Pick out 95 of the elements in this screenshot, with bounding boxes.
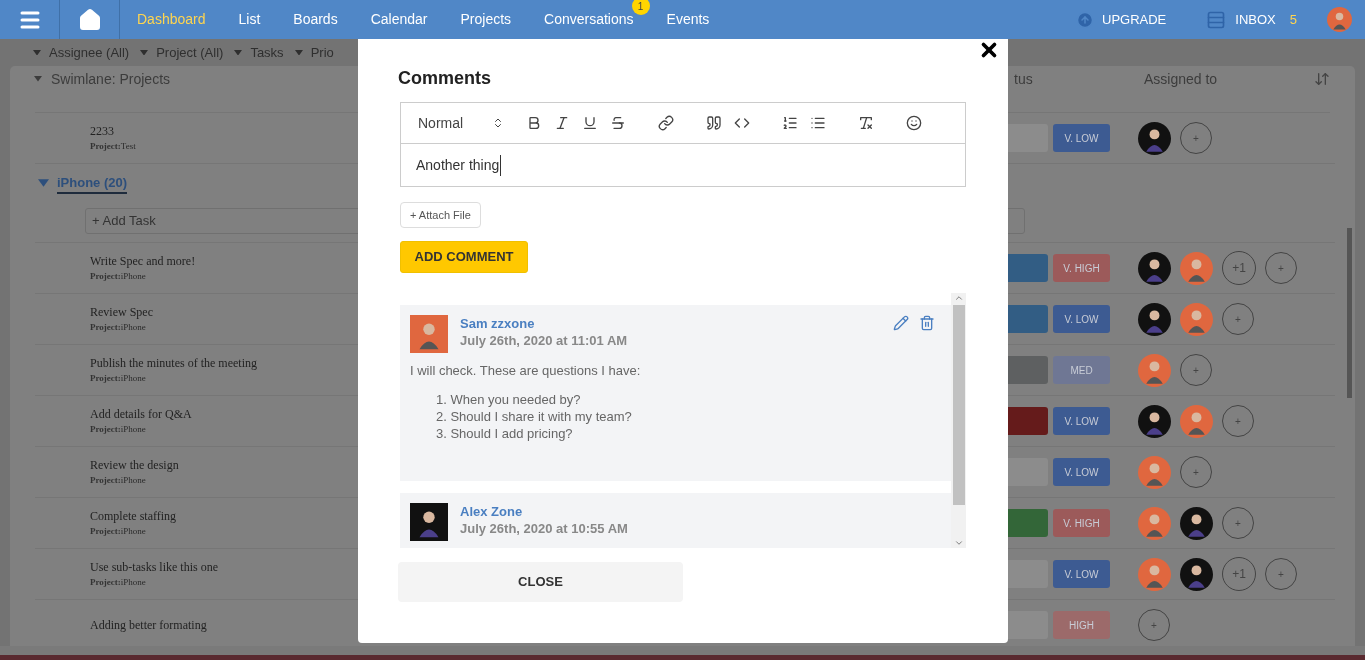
strikethrough-icon[interactable] — [610, 115, 626, 131]
caret-icon[interactable] — [294, 49, 303, 56]
task-project: Project:iPhone — [90, 372, 147, 386]
link-icon[interactable] — [658, 115, 674, 131]
select-arrows-icon[interactable] — [492, 117, 504, 129]
caret-icon[interactable] — [234, 49, 243, 56]
priority-badge[interactable]: V. LOW — [1053, 124, 1110, 152]
scroll-up-icon[interactable] — [953, 293, 964, 303]
comment-editor[interactable]: Normal Another thing — [400, 102, 966, 187]
user-avatar-icon — [1138, 121, 1171, 155]
clear-format-icon[interactable] — [858, 115, 874, 131]
attach-file-button[interactable]: + Attach File — [400, 202, 481, 228]
user-avatar-icon — [410, 503, 448, 541]
delete-icon[interactable] — [919, 315, 935, 331]
comment-date: July 26th, 2020 at 11:01 AM — [460, 332, 628, 349]
comment-author[interactable]: Alex Zone — [460, 503, 628, 520]
comment-text: I will check. These are questions I have: — [410, 362, 642, 380]
cartoon-avatar-icon — [1327, 7, 1352, 32]
task-project: Project:iPhone — [90, 270, 147, 284]
task-project: Project:iPhone — [90, 525, 147, 539]
sort-icon[interactable] — [1314, 71, 1330, 87]
code-icon[interactable] — [734, 115, 750, 131]
underline-icon[interactable] — [582, 115, 598, 131]
scrollbar[interactable] — [1347, 228, 1352, 398]
numbered-list-icon[interactable] — [782, 115, 798, 131]
priority-badge[interactable]: V. HIGH — [1053, 254, 1110, 282]
edit-icon[interactable] — [893, 315, 909, 331]
column-header: Assigned to — [1144, 69, 1219, 89]
scroll-down-icon[interactable] — [953, 538, 964, 548]
cartoon-avatar-icon — [1138, 557, 1171, 591]
bullet-list-icon[interactable] — [810, 115, 826, 131]
nav-link[interactable]: Boards — [293, 9, 338, 30]
nav-link[interactable]: Calendar — [370, 9, 428, 30]
add-comment-button[interactable]: ADD COMMENT — [400, 241, 528, 273]
cartoon-avatar-icon — [1180, 404, 1213, 438]
inbox-count: 5 — [1289, 10, 1297, 29]
filter-dropdown[interactable]: Project (All) — [156, 42, 224, 63]
filter-dropdown[interactable]: Tasks — [250, 42, 284, 63]
comment-input[interactable]: Another thing — [416, 154, 502, 176]
task-project: Project:iPhone — [90, 321, 147, 335]
cartoon-avatar-icon — [1180, 302, 1213, 336]
comment-author[interactable]: Sam zzxone — [460, 315, 628, 332]
task-project: Project:Test — [90, 140, 137, 154]
home-icon[interactable] — [77, 7, 102, 32]
user-avatar-icon — [1138, 404, 1171, 438]
priority-badge[interactable]: V. HIGH — [1053, 509, 1110, 537]
priority-badge[interactable]: HIGH — [1053, 611, 1110, 639]
group-title[interactable]: iPhone (20) — [57, 172, 128, 194]
nav-link[interactable]: List — [238, 9, 261, 30]
user-avatar-icon — [1138, 251, 1171, 285]
expand-caret-icon[interactable] — [38, 179, 49, 188]
priority-badge[interactable]: V. LOW — [1053, 407, 1110, 435]
comment-list-item: 3. Should I add pricing? — [436, 424, 574, 442]
priority-badge[interactable]: V. LOW — [1053, 560, 1110, 588]
upgrade-link[interactable]: UPGRADE — [1102, 9, 1167, 30]
comment-list-item: 2. Should I share it with my team? — [436, 407, 633, 425]
task-project: Project:iPhone — [90, 576, 147, 590]
user-avatar-icon — [1138, 302, 1171, 336]
user-avatar-icon — [1180, 506, 1213, 540]
cartoon-avatar-icon — [1138, 353, 1171, 387]
comments-scrollbar[interactable] — [951, 293, 966, 548]
comment-date: July 26th, 2020 at 10:55 AM — [460, 520, 628, 537]
close-button[interactable]: CLOSE — [398, 562, 683, 602]
notification-badge: 1 — [631, 0, 650, 15]
inbox-icon — [1206, 9, 1227, 30]
caret-icon[interactable] — [140, 49, 149, 56]
column-header: tus — [1014, 69, 1034, 89]
priority-badge[interactable]: MED — [1053, 356, 1110, 384]
nav-link[interactable]: Conversations — [544, 9, 634, 30]
user-avatar-icon — [1180, 557, 1213, 591]
dialog-title: Comments — [398, 67, 492, 89]
cartoon-avatar-icon — [1180, 251, 1213, 285]
cartoon-avatar-icon — [410, 315, 448, 353]
comment-list-item: 1. When you needed by? — [436, 390, 582, 408]
quote-icon[interactable] — [706, 115, 722, 131]
task-project: Project:iPhone — [90, 423, 147, 437]
emoji-icon[interactable] — [906, 115, 922, 131]
priority-badge[interactable]: V. LOW — [1053, 305, 1110, 333]
nav-link[interactable]: Events — [666, 9, 710, 30]
caret-icon[interactable] — [33, 49, 41, 56]
cartoon-avatar-icon — [1138, 455, 1171, 489]
inbox-link[interactable]: INBOX — [1235, 9, 1276, 30]
nav-link[interactable]: Dashboard — [137, 9, 206, 30]
filter-dropdown[interactable]: Prio — [310, 42, 334, 63]
task-project: Project:iPhone — [90, 474, 147, 488]
cartoon-avatar-icon — [1138, 506, 1171, 540]
priority-badge[interactable]: V. LOW — [1053, 458, 1110, 486]
italic-icon[interactable] — [554, 115, 570, 131]
upgrade-icon — [1076, 10, 1094, 29]
swimlane-title[interactable]: Swimlane: Projects — [51, 68, 171, 90]
caret-icon[interactable] — [34, 76, 42, 82]
format-select[interactable]: Normal — [418, 112, 464, 134]
nav-link[interactable]: Projects — [460, 9, 512, 30]
bold-icon[interactable] — [526, 115, 542, 131]
filter-dropdown[interactable]: Assignee (All) — [49, 42, 130, 63]
